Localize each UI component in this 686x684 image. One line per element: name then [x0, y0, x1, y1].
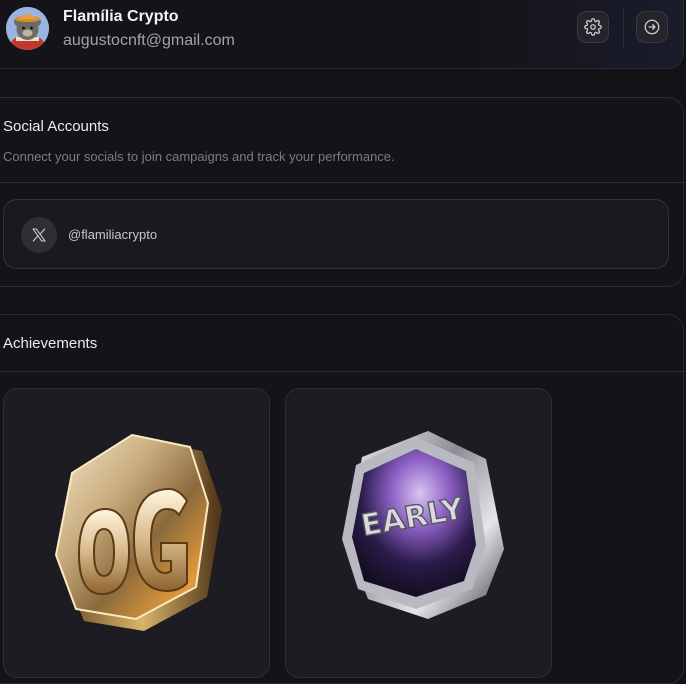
- x-icon: [32, 228, 46, 242]
- social-accounts-title: Social Accounts: [3, 118, 109, 135]
- gear-icon: [584, 18, 602, 36]
- avatar[interactable]: [6, 7, 49, 50]
- user-email: augustocnft@gmail.com: [63, 32, 235, 49]
- settings-button[interactable]: [577, 11, 609, 43]
- social-accounts-subtitle: Connect your socials to join campaigns a…: [3, 149, 395, 164]
- header-divider: [623, 8, 624, 47]
- badge-tile-og[interactable]: [3, 388, 270, 678]
- divider: [0, 182, 686, 183]
- early-badge-icon: EARLY: [342, 431, 504, 619]
- logout-icon: [644, 19, 660, 35]
- logout-button[interactable]: [636, 11, 668, 43]
- user-name: Flamília Crypto: [63, 8, 179, 25]
- x-icon-wrap: [21, 217, 57, 253]
- bear-avatar-icon: [6, 7, 49, 50]
- badge-tile-early[interactable]: EARLY: [285, 388, 552, 678]
- achievements-title: Achievements: [3, 335, 98, 352]
- og-badge-icon: [54, 433, 222, 631]
- social-account-row-x[interactable]: @flamiliacrypto: [3, 199, 669, 269]
- divider: [0, 371, 686, 372]
- social-handle: @flamiliacrypto: [68, 227, 158, 242]
